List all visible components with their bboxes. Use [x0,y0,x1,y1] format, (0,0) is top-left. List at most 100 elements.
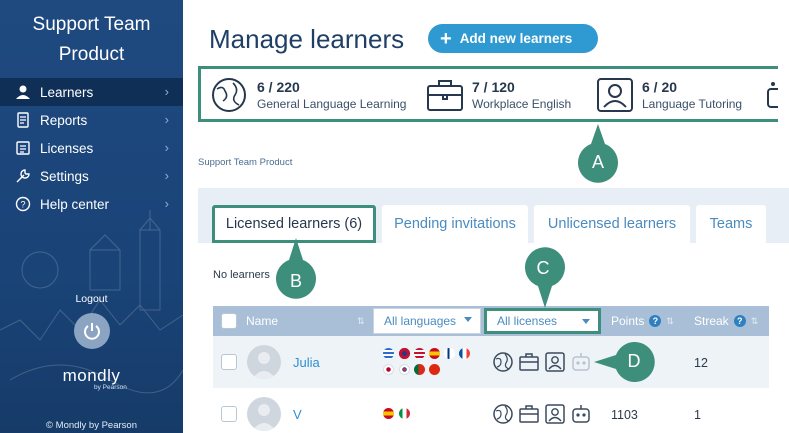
user-icon [14,83,32,101]
tab-teams[interactable]: Teams [696,205,766,243]
product-language-tutoring[interactable]: 6 / 20 Language Tutoring [596,77,742,113]
globe-icon [493,404,513,424]
briefcase-icon [519,353,539,371]
add-button-label: Add new learners [459,31,573,46]
sidebar-item-help-center[interactable]: ? Help center › [0,190,183,218]
logout-button[interactable] [74,313,110,349]
product-general-language[interactable]: 6 / 220 General Language Learning [211,77,406,113]
column-name[interactable]: Name [246,306,278,336]
product-workplace-english[interactable]: 7 / 120 Workplace English [426,77,571,113]
tutor-icon [545,352,565,372]
briefcase-icon [427,80,463,111]
sidebar-item-learners[interactable]: Learners › [0,78,183,106]
learner-name[interactable]: Julia [293,355,320,370]
breadcrumb[interactable]: Support Team Product [198,157,292,168]
sidebar-item-label: Licenses [40,140,94,156]
flag-korea-icon [399,364,410,375]
column-points[interactable]: Points ? ⇅ [611,306,674,336]
product-count: 6 / 20 [642,79,678,95]
sidebar: Support Team Product Learners › Reports … [0,0,183,433]
sidebar-title: Support Team Product [0,10,183,70]
licenses-filter-select[interactable]: All licenses [484,308,601,334]
product-count: 6 / 220 [257,79,300,95]
robot-icon [572,353,590,371]
column-name-label: Name [246,314,279,328]
sort-icon[interactable]: ⇅ [352,306,365,336]
tutor-icon [597,78,633,112]
product-name: Workplace English [472,97,572,111]
sidebar-item-label: Learners [40,84,94,100]
power-icon [84,323,100,340]
sidebar-item-settings[interactable]: Settings › [0,162,183,190]
sort-icon[interactable]: ⇅ [666,316,674,327]
product-name: General Language Learning [257,97,407,111]
help-icon: ? [14,195,32,213]
column-streak-label: Streak [694,314,729,328]
chevron-right-icon: › [164,168,169,183]
caret-down-icon [582,319,590,324]
callout-b-marker [276,238,316,299]
brand-sub: by Pearson [94,384,127,391]
copyright: © Mondly by Pearson [46,420,137,431]
product-count: 7 / 120 [472,79,515,95]
flag-italy-icon [399,408,410,419]
sidebar-item-label: Help center [40,196,110,212]
report-icon [14,111,32,129]
flag-spain-icon [383,408,394,419]
languages-filter-select[interactable]: All languages [373,308,481,334]
languages-filter-value: All languages [384,314,457,328]
caret-down-icon [464,317,472,322]
product-licenses-strip: 6 / 220 General Language Learning 7 / 12… [198,66,778,122]
flag-uk-icon [399,348,410,359]
brand-logo: mondly [62,366,121,385]
select-all-checkbox[interactable] [221,306,237,336]
flag-usa-icon [414,348,425,359]
robot-icon [767,82,778,108]
license-icon [14,139,32,157]
flag-greece-icon [383,348,394,359]
flag-france-icon [459,348,470,359]
sort-icon[interactable]: ⇅ [751,316,759,327]
wrench-icon [14,167,32,185]
row-checkbox[interactable] [221,400,237,428]
learner-name[interactable]: V [293,407,302,422]
briefcase-icon [519,405,539,423]
sidebar-title-line1: Support Team [32,14,151,35]
help-icon[interactable]: ? [649,315,662,327]
sidebar-item-licenses[interactable]: Licenses › [0,134,183,162]
flag-japan-icon [383,364,394,375]
help-icon[interactable]: ? [733,315,746,327]
logout-label: Logout [75,293,108,305]
tab-pending-invitations[interactable]: Pending invitations [382,205,528,243]
callout-a-label: A [591,152,604,172]
learner-streak: 12 [694,356,708,370]
globe-icon [212,78,246,112]
flag-china-icon [429,364,440,375]
sidebar-item-label: Settings [40,168,89,184]
row-checkbox[interactable] [221,348,237,376]
product-name: Language Tutoring [642,97,743,111]
sidebar-item-reports[interactable]: Reports › [0,106,183,134]
plus-icon: + [440,27,452,50]
svg-text:?: ? [20,200,25,210]
callout-c-label: C [536,258,550,278]
learner-points: 1103 [611,408,638,422]
globe-icon [493,352,513,372]
flag-portugal-icon [414,364,425,375]
callout-d-label: D [627,351,641,371]
robot-icon [572,405,590,423]
flag-finland-icon [444,348,455,359]
tutor-icon [545,404,565,424]
tab-unlicensed-learners[interactable]: Unlicensed learners [534,205,690,243]
avatar [247,345,281,379]
add-new-learners-button[interactable]: + Add new learners [428,24,598,53]
page-title: Manage learners [209,24,405,54]
chevron-right-icon: › [164,84,169,99]
callout-b-label: B [289,271,302,291]
learner-streak: 1 [694,408,701,422]
flag-spain-icon [429,348,440,359]
no-learners-text: No learners [213,269,270,281]
column-streak[interactable]: Streak ? ⇅ [694,306,758,336]
sidebar-title-line2: Product [58,44,125,65]
licenses-filter-value: All licenses [497,314,558,328]
